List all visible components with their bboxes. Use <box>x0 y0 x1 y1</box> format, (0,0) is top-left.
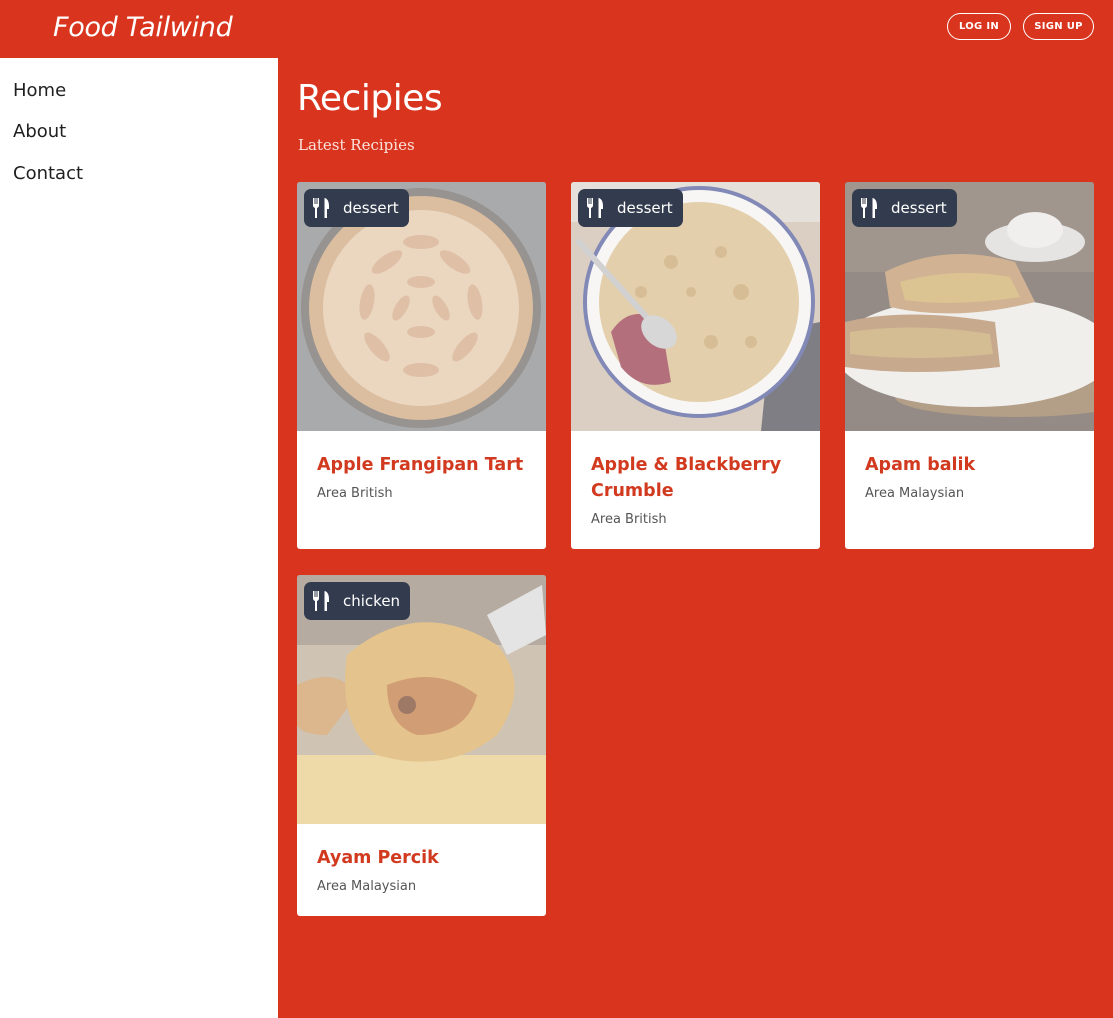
category-label: dessert <box>617 199 673 217</box>
top-header: Food Tailwind LOG IN SIGN UP <box>0 0 1113 58</box>
category-badge: dessert <box>852 189 957 227</box>
sidebar-item-contact[interactable]: Contact <box>13 163 83 184</box>
recipe-area: Area British <box>317 486 393 501</box>
page-subtitle: Latest Recipies <box>298 136 415 154</box>
recipe-card[interactable]: chicken Ayam Percik Area Malaysian <box>297 575 546 916</box>
recipe-title[interactable]: Apam balik <box>865 452 1080 478</box>
recipe-title[interactable]: Ayam Percik <box>317 845 532 871</box>
sidebar-item-home[interactable]: Home <box>13 80 66 101</box>
brand-logo[interactable]: Food Tailwind <box>53 12 233 43</box>
recipe-area: Area British <box>591 512 667 527</box>
recipe-title[interactable]: Apple Frangipan Tart <box>317 452 532 478</box>
category-badge: dessert <box>304 189 409 227</box>
signup-button[interactable]: SIGN UP <box>1023 13 1094 40</box>
utensils-icon <box>586 198 603 218</box>
category-badge: chicken <box>304 582 411 620</box>
recipe-card[interactable]: dessert Apple Frangipan Tart Area Britis… <box>297 182 546 549</box>
category-badge: dessert <box>578 189 683 227</box>
sidebar: Home About Contact <box>0 58 278 1018</box>
recipe-card[interactable]: dessert Apam balik Area Malaysian <box>845 182 1094 549</box>
sidebar-item-about[interactable]: About <box>13 121 66 142</box>
recipe-area: Area Malaysian <box>317 879 417 894</box>
category-label: dessert <box>891 199 947 217</box>
login-button[interactable]: LOG IN <box>947 13 1011 40</box>
category-label: dessert <box>343 199 399 217</box>
category-label: chicken <box>343 592 401 610</box>
recipe-area: Area Malaysian <box>865 486 965 501</box>
utensils-icon <box>312 591 329 611</box>
recipe-title[interactable]: Apple & Blackberry Crumble <box>591 452 806 504</box>
utensils-icon <box>860 198 877 218</box>
page-title: Recipies <box>297 78 443 119</box>
utensils-icon <box>312 198 329 218</box>
recipe-card[interactable]: dessert Apple & Blackberry Crumble Area … <box>571 182 820 549</box>
